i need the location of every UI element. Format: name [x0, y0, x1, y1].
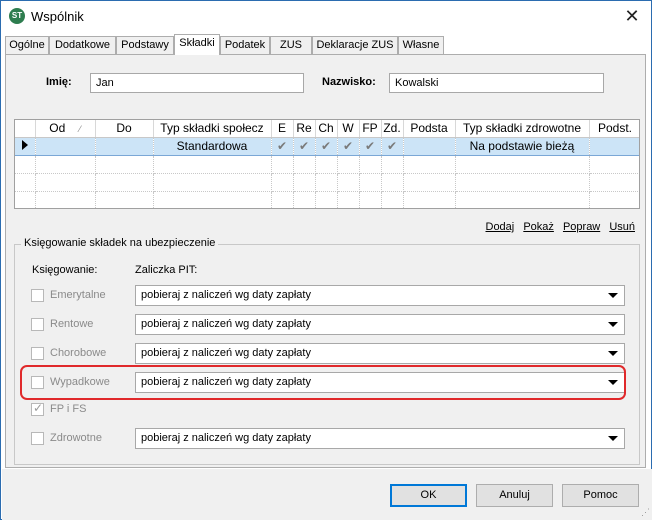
select-value: pobieraj z naliczeń wg daty zapłaty: [141, 432, 311, 444]
cell-fp-check-icon[interactable]: ✔: [359, 136, 382, 156]
show-link[interactable]: Pokaż: [523, 221, 554, 233]
last-name-label: Nazwisko:: [322, 76, 376, 88]
checkbox-box[interactable]: [31, 318, 44, 331]
grid-header-typ-spoleczne[interactable]: Typ składki społecz: [153, 120, 272, 138]
cell-ch-check-icon[interactable]: ✔: [315, 136, 338, 156]
checkbox-label: Chorobowe: [50, 347, 107, 359]
groupbox-title: Księgowanie składek na ubezpieczenie: [21, 237, 219, 249]
help-button[interactable]: Pomoc: [562, 484, 639, 507]
first-name-field[interactable]: Jan: [90, 73, 304, 93]
cell-podst[interactable]: [589, 136, 639, 156]
checkbox-box[interactable]: [31, 347, 44, 360]
checkbox-box[interactable]: [31, 289, 44, 302]
grid-header-row: Od ⁄ Do Typ składki społecz E Re Ch W FP …: [15, 120, 639, 138]
window-title: Wspólnik: [31, 9, 84, 24]
cell-w-check-icon[interactable]: ✔: [337, 136, 360, 156]
pit-select-emerytalne[interactable]: pobieraj z naliczeń wg daty zapłaty: [135, 285, 625, 306]
tab-bar: Ogólne Dodatkowe Podstawy Składki Podate…: [5, 34, 645, 55]
ok-button[interactable]: OK: [390, 484, 467, 507]
grid-header-indicator: [15, 120, 36, 138]
cell-typ-spoleczne[interactable]: Standardowa: [153, 136, 272, 156]
checkbox-box[interactable]: [31, 401, 44, 416]
grid-header-w[interactable]: W: [337, 120, 360, 138]
grid-header-do[interactable]: Do: [95, 120, 154, 138]
booking-groupbox: Księgowanie składek na ubezpieczenie Ksi…: [14, 237, 640, 465]
app-logo-icon: ST: [9, 8, 25, 24]
pit-column-header: Zaliczka PIT:: [135, 264, 198, 276]
resize-grip-icon[interactable]: ⋰: [641, 507, 650, 518]
pit-select-rentowe[interactable]: pobieraj z naliczeń wg daty zapłaty: [135, 314, 625, 335]
grid-header-podstawa[interactable]: Podsta: [403, 120, 456, 138]
checkbox-label: Rentowe: [50, 318, 94, 330]
cell-zd-check-icon[interactable]: ✔: [381, 136, 404, 156]
tab-podstawy[interactable]: Podstawy: [116, 36, 174, 54]
grid-header-fp[interactable]: FP: [359, 120, 382, 138]
table-row: [15, 173, 639, 192]
cell-od[interactable]: [35, 136, 96, 156]
grid-header-e[interactable]: E: [271, 120, 294, 138]
dialog-window: ST Wspólnik ✕ Ogólne Dodatkowe Podstawy …: [0, 0, 652, 520]
cancel-button[interactable]: Anuluj: [476, 484, 553, 507]
chevron-down-icon[interactable]: [608, 351, 618, 356]
title-bar: ST Wspólnik ✕: [1, 1, 651, 31]
pit-select-zdrowotne[interactable]: pobieraj z naliczeń wg daty zapłaty: [135, 428, 625, 449]
grid-header-od-label: Od: [49, 121, 66, 136]
select-value: pobieraj z naliczeń wg daty zapłaty: [141, 289, 311, 301]
grid-header-zd[interactable]: Zd.: [381, 120, 404, 138]
table-row[interactable]: Standardowa ✔ ✔ ✔ ✔ ✔ ✔ Na podstawie bie…: [15, 136, 639, 156]
close-button[interactable]: ✕: [617, 3, 647, 29]
grid-header-ch[interactable]: Ch: [315, 120, 338, 138]
last-name-field[interactable]: Kowalski: [389, 73, 604, 93]
cell-podstawa[interactable]: [403, 136, 456, 156]
tab-podatek[interactable]: Podatek: [220, 36, 270, 54]
contributions-grid[interactable]: Od ⁄ Do Typ składki społecz E Re Ch W FP …: [14, 119, 640, 209]
chevron-down-icon[interactable]: [608, 293, 618, 298]
grid-actions: Dodaj Pokaż Popraw Usuń: [480, 221, 636, 233]
cell-e-check-icon[interactable]: ✔: [271, 136, 294, 156]
sort-icon: ⁄: [79, 124, 81, 135]
tab-zus[interactable]: ZUS: [270, 36, 312, 54]
cell-do[interactable]: [95, 136, 154, 156]
edit-link[interactable]: Popraw: [563, 221, 600, 233]
chevron-down-icon[interactable]: [608, 322, 618, 327]
tab-deklaracje-zus[interactable]: Deklaracje ZUS: [312, 36, 398, 54]
chevron-down-icon[interactable]: [608, 436, 618, 441]
dialog-footer: OK Anuluj Pomoc ⋰: [2, 469, 652, 520]
tab-dodatkowe[interactable]: Dodatkowe: [49, 36, 116, 54]
grid-header-od[interactable]: Od ⁄: [35, 120, 96, 138]
grid-header-podst[interactable]: Podst.: [589, 120, 639, 138]
cell-typ-zdrowotne[interactable]: Na podstawie bieżą: [455, 136, 590, 156]
grid-header-typ-zdrowotne[interactable]: Typ składki zdrowotne: [455, 120, 590, 138]
checkbox-label: FP i FS: [50, 403, 87, 415]
cell-re-check-icon[interactable]: ✔: [293, 136, 316, 156]
row-indicator-icon: [15, 136, 36, 156]
checkbox-label: Emerytalne: [50, 289, 106, 301]
first-name-label: Imię:: [46, 76, 72, 88]
grid-header-re[interactable]: Re: [293, 120, 316, 138]
delete-link[interactable]: Usuń: [609, 221, 635, 233]
select-value: pobieraj z naliczeń wg daty zapłaty: [141, 347, 311, 359]
select-value: pobieraj z naliczeń wg daty zapłaty: [141, 318, 311, 330]
tab-skladki[interactable]: Składki: [174, 34, 220, 55]
highlight-annotation: [20, 365, 626, 400]
booking-column-header: Księgowanie:: [32, 264, 98, 276]
checkbox-box[interactable]: [31, 432, 44, 445]
table-row: [15, 155, 639, 174]
tab-wlasne[interactable]: Własne: [398, 36, 444, 54]
tab-content-skladki: Imię: Jan Nazwisko: Kowalski Od ⁄ Do Typ …: [5, 54, 646, 468]
checkbox-label: Zdrowotne: [50, 432, 102, 444]
pit-select-chorobowe[interactable]: pobieraj z naliczeń wg daty zapłaty: [135, 343, 625, 364]
add-link[interactable]: Dodaj: [486, 221, 515, 233]
table-row: [15, 191, 639, 208]
tab-ogolne[interactable]: Ogólne: [5, 36, 49, 54]
